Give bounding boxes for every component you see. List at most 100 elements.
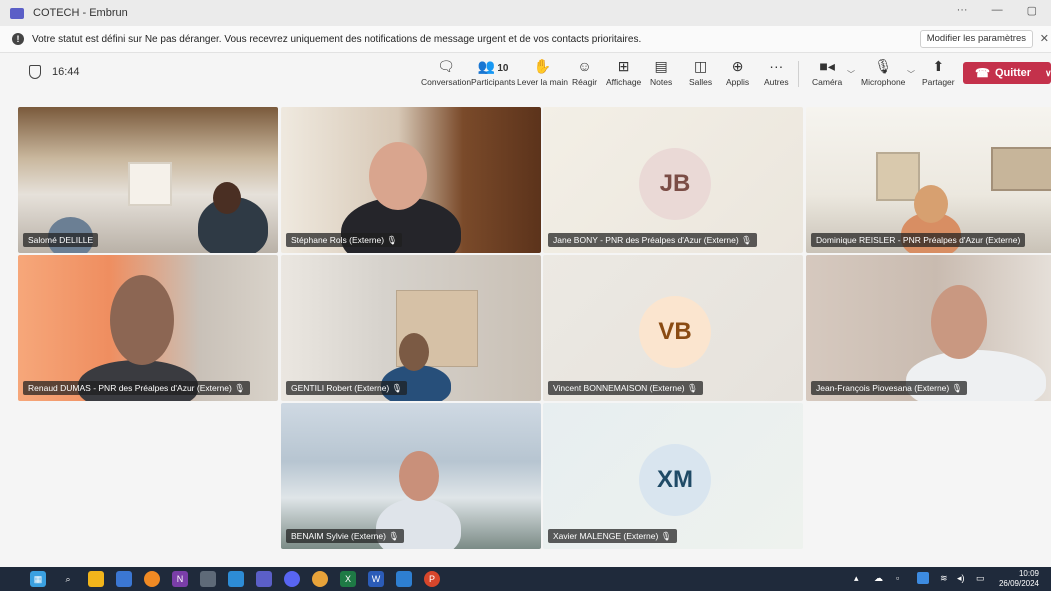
microphone-options-chevron-icon[interactable]: ﹀ (907, 69, 915, 80)
modify-settings-button[interactable]: Modifier les paramètres (919, 30, 1033, 48)
conversation-button[interactable]: 🗨 Conversation (421, 57, 471, 87)
onedrive-icon[interactable]: ☁ (874, 573, 883, 584)
leave-options-chevron-icon[interactable]: ∨ (1045, 68, 1051, 79)
onenote-icon[interactable]: N (172, 571, 188, 587)
participant-name-label: Renaud DUMAS - PNR des Préalpes d'Azur (… (23, 381, 250, 395)
powerpoint-icon[interactable]: P (424, 571, 440, 587)
mic-muted-icon: 🎙 (391, 383, 403, 393)
participant-head (931, 285, 987, 359)
view-button[interactable]: ⊞ Affichage (606, 57, 641, 87)
file-explorer-icon[interactable] (88, 571, 104, 587)
participant-name-label: Dominique REISLER - PNR Préalpes d'Azur … (811, 233, 1026, 247)
participant-head (914, 185, 948, 223)
info-icon: ! (12, 33, 24, 45)
video-tile-jean-francois-piovesana[interactable]: Jean-François Piovesana (Externe) 🎙 (806, 255, 1051, 401)
video-tile-renaud-dumas[interactable]: Renaud DUMAS - PNR des Préalpes d'Azur (… (18, 255, 278, 401)
participant-head (213, 182, 241, 214)
video-tile-salome-delille[interactable]: Salomé DELILLE (18, 107, 278, 253)
poster-in-video (876, 152, 920, 201)
title-bar: COTECH - Embrun ··· — ▢ (0, 0, 1051, 26)
avatar: JB (639, 148, 711, 220)
rooms-icon: ◫ (693, 58, 708, 74)
mic-muted-icon: 🎙 (741, 235, 752, 245)
camera-options-chevron-icon[interactable]: ﹀ (847, 69, 855, 80)
participant-name-label: Jean-François Piovesana (Externe) 🎙 (811, 381, 968, 395)
teams-logo-icon (10, 7, 24, 19)
participants-count: 10 (497, 63, 509, 74)
mic-muted-icon: 🎙 (386, 235, 398, 245)
outlook-icon[interactable] (116, 571, 132, 587)
raise-hand-button[interactable]: ✋ Lever la main (517, 57, 568, 87)
share-icon: ⬆ (932, 58, 945, 74)
more-options-button[interactable]: ··· (957, 4, 968, 17)
wifi-icon[interactable]: ≋ (940, 573, 948, 584)
taskbar-clock[interactable]: 10:09 26/09/2024 (999, 569, 1039, 589)
rooms-button[interactable]: ◫ Salles (689, 57, 712, 87)
participant-head (369, 142, 427, 210)
more-button[interactable]: ··· Autres (764, 57, 789, 87)
chat-icon: 🗨 (437, 58, 455, 74)
microphone-button[interactable]: 🎙 Microphone (861, 57, 905, 87)
firefox-icon[interactable] (144, 571, 160, 587)
video-tile-vincent-bonnemaison[interactable]: VB Vincent BONNEMAISON (Externe) 🎙 (543, 255, 803, 401)
participant-head (399, 451, 439, 501)
notes-button[interactable]: ▤ Notes (650, 57, 672, 87)
hand-icon: ✋ (533, 58, 552, 74)
close-banner-button[interactable]: ✕ (1040, 32, 1049, 45)
participants-button[interactable]: 👥 10 Participants (471, 57, 515, 87)
minimize-button[interactable]: — (992, 4, 1003, 17)
notification-text: Votre statut est défini sur Ne pas déran… (32, 33, 642, 45)
word-icon[interactable]: W (368, 571, 384, 587)
camera-icon: ■◂ (819, 58, 835, 74)
meeting-timer: 16:44 (52, 66, 80, 78)
apps-button[interactable]: ⊕ Applis (726, 57, 749, 87)
participant-head (110, 275, 174, 365)
teams-taskbar-icon[interactable] (256, 571, 272, 587)
grid-icon: ⊞ (617, 58, 630, 74)
mic-muted-icon: 🎙 (234, 383, 245, 393)
meeting-toolbar: 16:44 🗨 Conversation 👥 10 Participants ✋ … (0, 53, 1051, 93)
excel-icon[interactable]: X (340, 571, 356, 587)
video-tile-xavier-malenge[interactable]: XM Xavier MALENGE (Externe) 🎙 (543, 403, 803, 549)
participant-name-label: BENAIM Sylvie (Externe) 🎙 (286, 529, 405, 543)
participant-name-label: GENTILI Robert (Externe) 🎙 (286, 381, 408, 395)
maximize-button[interactable]: ▢ (1027, 4, 1037, 17)
tray-chevron-icon[interactable]: ▴ (854, 573, 859, 584)
shield-icon (29, 65, 41, 79)
leave-button[interactable]: ☎ Quitter ∨ (963, 62, 1051, 84)
toolbar-divider (798, 61, 799, 87)
search-icon[interactable]: ⌕ (60, 571, 76, 587)
plus-icon: ⊕ (731, 58, 744, 74)
smiley-icon: ☺ (577, 58, 592, 74)
discord-icon[interactable] (284, 571, 300, 587)
mic-muted-icon: 🎙 (687, 383, 698, 393)
share-button[interactable]: ⬆ Partager (922, 57, 955, 87)
mic-muted-icon: 🎙 (660, 531, 672, 541)
participant-name-label: Vincent BONNEMAISON (Externe) 🎙 (548, 381, 703, 395)
avatar: VB (639, 296, 711, 368)
ellipsis-icon: ··· (769, 58, 784, 74)
video-tile-benaim-sylvie[interactable]: BENAIM Sylvie (Externe) 🎙 (281, 403, 541, 549)
windows-taskbar: ▦ ⌕ N X W P ▴ ☁ ▫ ≋ ◂) ▭ 10:09 26/09/202… (0, 567, 1051, 591)
phone-hangup-icon: ☎ (975, 66, 990, 80)
battery-icon[interactable]: ▭ (976, 573, 985, 584)
participant-name-label: Xavier MALENGE (Externe) 🎙 (548, 529, 677, 543)
video-tile-gentili-robert[interactable]: GENTILI Robert (Externe) 🎙 (281, 255, 541, 401)
camera-button[interactable]: ■◂ Caméra (812, 57, 842, 87)
video-tile-jane-bony[interactable]: JB Jane BONY - PNR des Préalpes d'Azur (… (543, 107, 803, 253)
chrome-icon[interactable] (312, 571, 328, 587)
window-title: COTECH - Embrun (33, 7, 128, 19)
participant-name-label: Jane BONY - PNR des Préalpes d'Azur (Ext… (548, 233, 757, 247)
app-icon[interactable] (200, 571, 216, 587)
notepad-icon[interactable] (396, 571, 412, 587)
video-tile-dominique-reisler[interactable]: Dominique REISLER - PNR Préalpes d'Azur … (806, 107, 1051, 253)
volume-icon[interactable]: ◂) (957, 573, 965, 584)
participant-name-label: Salomé DELILLE (23, 233, 99, 247)
windows-start-icon[interactable]: ▦ (30, 571, 46, 587)
tray-mic-icon[interactable] (917, 572, 929, 584)
react-button[interactable]: ☺ Réagir (572, 57, 597, 87)
tray-app-icon[interactable]: ▫ (896, 573, 899, 583)
app-icon[interactable] (228, 571, 244, 587)
window-in-video (128, 162, 172, 206)
video-tile-stephane-rols[interactable]: Stéphane Rols (Externe) 🎙 (281, 107, 541, 253)
